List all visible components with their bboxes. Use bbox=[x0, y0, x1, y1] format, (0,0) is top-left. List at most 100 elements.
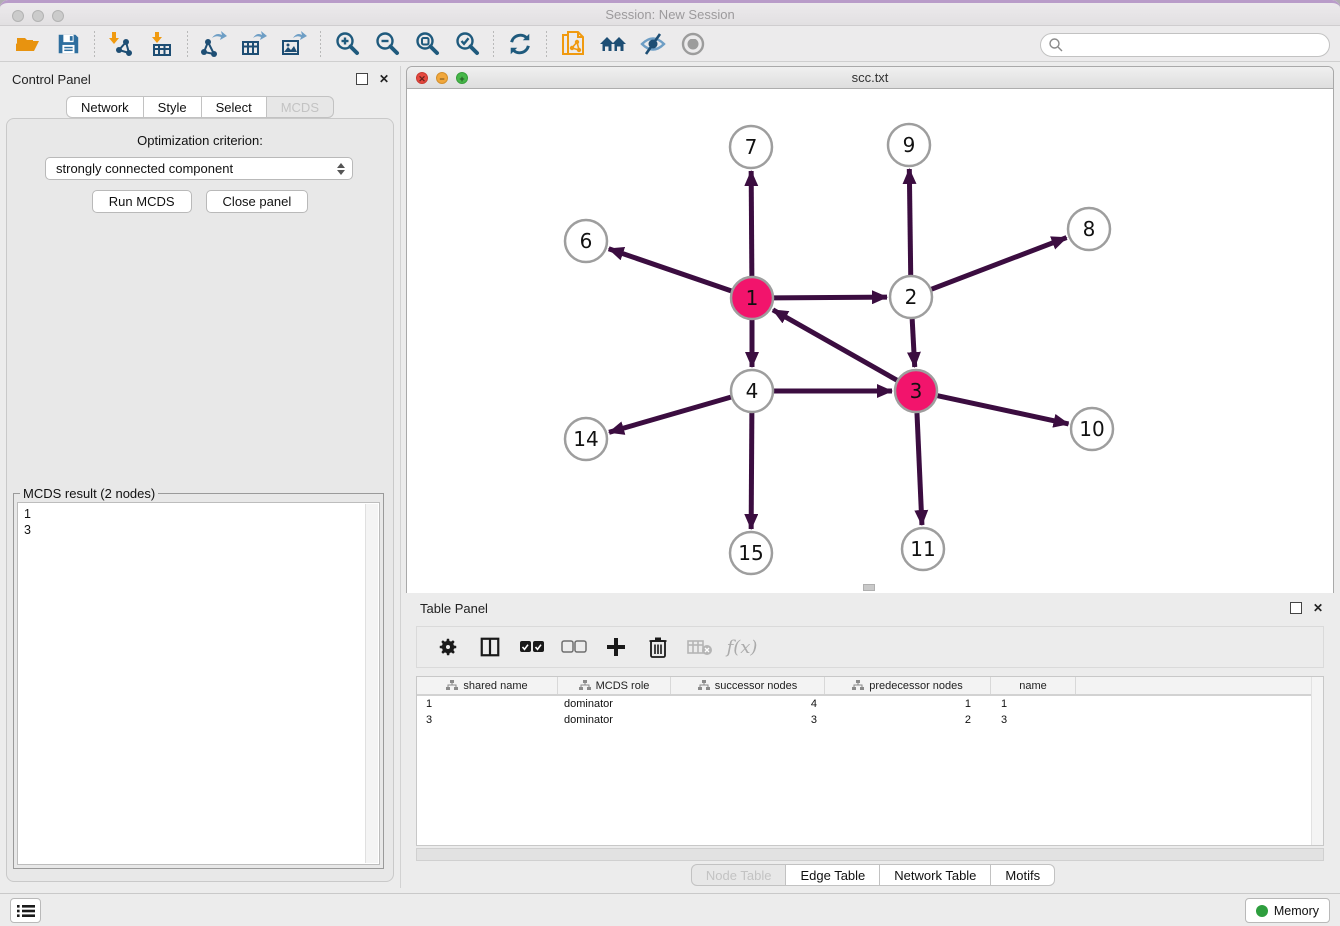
column-header-mcds-role[interactable]: MCDS role bbox=[558, 677, 671, 694]
graph-edge-2-3[interactable] bbox=[912, 319, 915, 367]
graph-edge-2-8[interactable] bbox=[932, 238, 1067, 290]
graph-node-label: 6 bbox=[580, 229, 593, 253]
column-header-name[interactable]: name bbox=[991, 677, 1076, 694]
close-table-panel-icon[interactable]: ✕ bbox=[1312, 602, 1324, 614]
graph-edge-3-1[interactable] bbox=[773, 310, 897, 380]
zoom-out-icon bbox=[373, 30, 401, 58]
open-session-button[interactable] bbox=[8, 28, 48, 60]
graph-edge-3-10[interactable] bbox=[938, 396, 1069, 424]
import-network-button[interactable] bbox=[101, 28, 141, 60]
column-header-predecessor-nodes[interactable]: predecessor nodes bbox=[825, 677, 991, 694]
show-columns-button[interactable] bbox=[477, 634, 503, 660]
memory-status-icon bbox=[1256, 905, 1268, 917]
result-scrollbar[interactable] bbox=[365, 504, 378, 863]
hide-selected-button[interactable] bbox=[633, 28, 673, 60]
tab-node-table[interactable]: Node Table bbox=[691, 864, 787, 886]
table-settings-button[interactable] bbox=[435, 634, 461, 660]
cell-predecessor-nodes[interactable]: 2 bbox=[825, 712, 991, 728]
column-header-successor-nodes[interactable]: successor nodes bbox=[671, 677, 825, 694]
canvas-horizontal-scroll-thumb[interactable] bbox=[863, 584, 875, 591]
graph-edge-1-6[interactable] bbox=[609, 249, 731, 291]
open-session-icon bbox=[14, 30, 42, 58]
close-panel-button[interactable]: Close panel bbox=[206, 190, 309, 213]
export-image-button[interactable] bbox=[274, 28, 314, 60]
task-history-button[interactable] bbox=[10, 898, 41, 923]
cell-shared-name[interactable]: 3 bbox=[417, 712, 558, 728]
network-view-window: ✕ − + scc.txt 7968124314101511 bbox=[406, 66, 1334, 593]
cell-mcds-role[interactable]: dominator bbox=[558, 696, 671, 712]
graph-edge-3-11[interactable] bbox=[917, 413, 922, 525]
graph-edge-1-7[interactable] bbox=[751, 171, 752, 276]
cell-mcds-role[interactable]: dominator bbox=[558, 712, 671, 728]
close-panel-icon[interactable]: ✕ bbox=[378, 73, 390, 85]
table-row[interactable]: 1 dominator 4 1 1 bbox=[417, 696, 1323, 712]
select-all-columns-button[interactable] bbox=[519, 634, 545, 660]
table-scrollbar[interactable] bbox=[1311, 677, 1323, 845]
refresh-button[interactable] bbox=[500, 28, 540, 60]
delete-table-icon bbox=[687, 638, 713, 656]
toolbar-separator bbox=[493, 31, 494, 57]
cell-successor-nodes[interactable]: 4 bbox=[671, 696, 825, 712]
float-table-panel-icon[interactable] bbox=[1290, 602, 1302, 614]
trash-icon bbox=[648, 636, 668, 658]
mcds-result-list[interactable]: 1 3 bbox=[17, 502, 380, 865]
memory-button[interactable]: Memory bbox=[1245, 898, 1330, 923]
criterion-dropdown[interactable]: strongly connected component bbox=[45, 157, 353, 180]
tab-motifs[interactable]: Motifs bbox=[991, 864, 1055, 886]
control-panel-tabs: Network Style Select MCDS bbox=[0, 96, 400, 118]
graph-node-label: 9 bbox=[903, 133, 916, 157]
cell-predecessor-nodes[interactable]: 1 bbox=[825, 696, 991, 712]
export-table-button[interactable] bbox=[234, 28, 274, 60]
run-mcds-button[interactable]: Run MCDS bbox=[92, 190, 192, 213]
tab-network[interactable]: Network bbox=[66, 96, 144, 118]
zoom-out-button[interactable] bbox=[367, 28, 407, 60]
graph-edge-1-2[interactable] bbox=[774, 297, 887, 298]
delete-column-button[interactable] bbox=[645, 634, 671, 660]
cell-successor-nodes[interactable]: 3 bbox=[671, 712, 825, 728]
hide-selected-icon bbox=[639, 30, 667, 58]
graph-edge-2-9[interactable] bbox=[909, 169, 910, 275]
cell-name[interactable]: 3 bbox=[991, 712, 1076, 728]
save-session-icon bbox=[55, 31, 81, 57]
table-row[interactable]: 3 dominator 3 2 3 bbox=[417, 712, 1323, 728]
graph-node-label: 1 bbox=[746, 286, 759, 310]
table-horizontal-scrollbar[interactable] bbox=[416, 848, 1324, 861]
import-table-button[interactable] bbox=[141, 28, 181, 60]
tab-style[interactable]: Style bbox=[144, 96, 202, 118]
zoom-selected-button[interactable] bbox=[447, 28, 487, 60]
graph-edge-4-15[interactable] bbox=[751, 413, 752, 529]
unselect-all-columns-button[interactable] bbox=[561, 634, 587, 660]
status-bar: Memory bbox=[0, 893, 1340, 926]
column-header-shared-name[interactable]: shared name bbox=[417, 677, 558, 694]
search-input[interactable] bbox=[1064, 35, 1329, 55]
float-panel-icon[interactable] bbox=[356, 73, 368, 85]
columns-icon bbox=[479, 636, 501, 658]
list-icon bbox=[17, 904, 35, 918]
tab-network-table[interactable]: Network Table bbox=[880, 864, 991, 886]
clone-network-button[interactable] bbox=[553, 28, 593, 60]
search-box[interactable] bbox=[1040, 33, 1330, 57]
window-titlebar: Session: New Session bbox=[0, 0, 1340, 26]
control-panel-title: Control Panel bbox=[12, 72, 91, 87]
tab-mcds[interactable]: MCDS bbox=[267, 96, 334, 118]
save-session-button[interactable] bbox=[48, 28, 88, 60]
cell-shared-name[interactable]: 1 bbox=[417, 696, 558, 712]
zoom-fit-button[interactable] bbox=[407, 28, 447, 60]
dropdown-stepper-icon bbox=[334, 160, 347, 178]
tab-edge-table[interactable]: Edge Table bbox=[786, 864, 880, 886]
create-column-button[interactable] bbox=[603, 634, 629, 660]
tab-select[interactable]: Select bbox=[202, 96, 267, 118]
network-window-titlebar: ✕ − + scc.txt bbox=[407, 67, 1333, 89]
zoom-in-button[interactable] bbox=[327, 28, 367, 60]
graph-node-label: 15 bbox=[738, 541, 763, 565]
network-canvas[interactable]: 7968124314101511 bbox=[407, 89, 1333, 593]
gear-icon bbox=[437, 636, 459, 658]
graph-edge-4-14[interactable] bbox=[609, 397, 731, 432]
cell-name[interactable]: 1 bbox=[991, 696, 1076, 712]
graph-node-label: 8 bbox=[1083, 217, 1096, 241]
export-network-button[interactable] bbox=[194, 28, 234, 60]
unchecked-boxes-icon bbox=[561, 640, 587, 654]
first-neighbors-button[interactable] bbox=[593, 28, 633, 60]
hierarchy-icon bbox=[579, 680, 591, 691]
show-all-button[interactable] bbox=[673, 28, 713, 60]
